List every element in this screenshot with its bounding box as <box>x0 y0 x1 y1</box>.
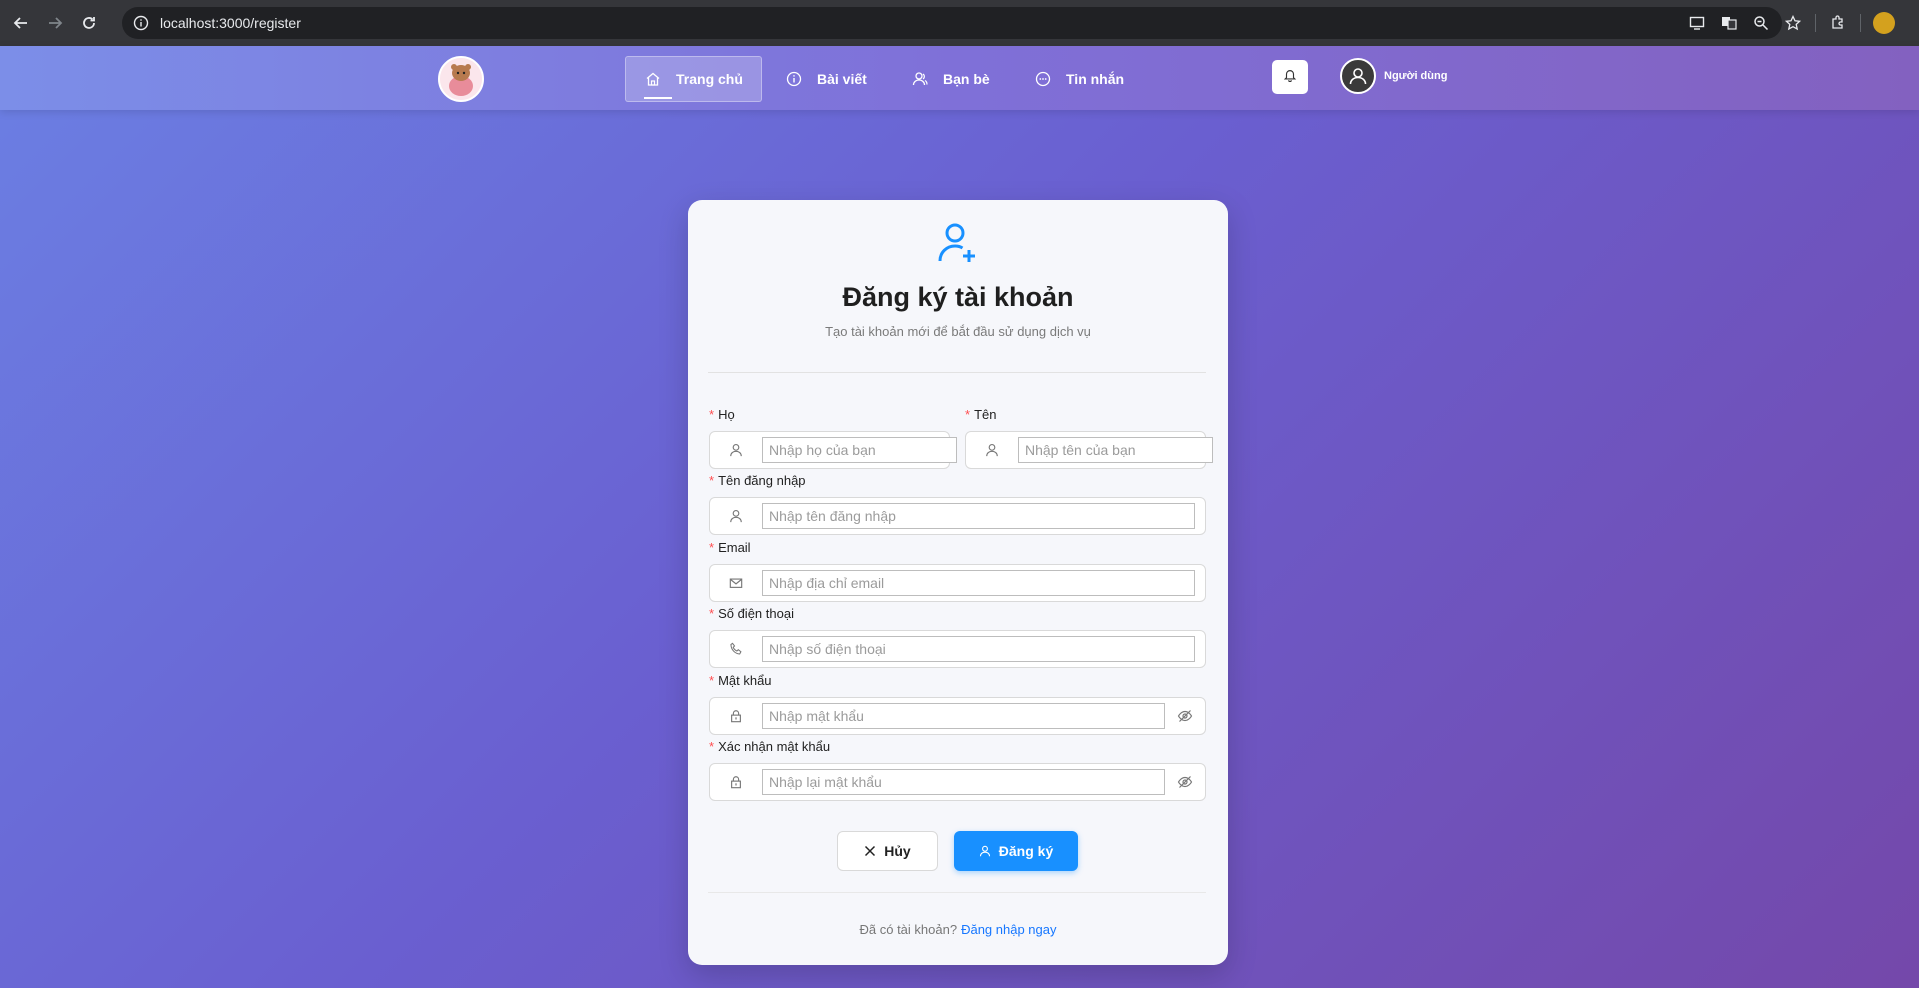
phone-input[interactable] <box>762 636 1195 662</box>
site-info-icon[interactable] <box>130 12 152 34</box>
login-prompt-text: Đã có tài khoản? <box>859 922 958 937</box>
nav-item-posts[interactable]: Bài viết <box>785 56 867 102</box>
home-icon <box>644 70 662 88</box>
phone-icon <box>710 631 762 667</box>
last-name-field[interactable] <box>709 431 957 469</box>
required-mark: * <box>709 407 715 422</box>
user-avatar-icon <box>1340 58 1376 94</box>
required-mark: * <box>965 407 971 422</box>
forward-icon[interactable] <box>42 10 68 36</box>
user-add-icon <box>936 220 980 264</box>
username-field[interactable] <box>709 497 1206 535</box>
nav-item-friends[interactable]: Bạn bè <box>911 56 990 102</box>
user-icon <box>710 498 762 534</box>
required-mark: * <box>709 673 715 688</box>
password-label-text: Mật khẩu <box>718 673 772 688</box>
required-mark: * <box>709 473 715 488</box>
nav-item-messages[interactable]: Tin nhắn <box>1034 56 1124 102</box>
toolbar-divider <box>1860 14 1861 32</box>
login-link[interactable]: Đăng nhập ngay <box>961 922 1056 937</box>
bookmark-star-icon[interactable] <box>1782 12 1804 34</box>
info-icon <box>785 70 803 88</box>
page-subtitle: Tạo tài khoản mới để bắt đầu sử dụng dịc… <box>825 324 1091 339</box>
address-bar[interactable]: localhost:3000/register <box>122 7 1782 39</box>
user-name: Người dùng <box>1384 70 1448 82</box>
header-divider <box>708 372 1206 373</box>
cancel-button[interactable]: Hủy <box>837 831 938 871</box>
lock-icon <box>710 764 762 800</box>
top-navigation: Trang chủ Bài viết Bạn bè Tin nhắn Người… <box>0 46 1919 110</box>
nav-item-label: Trang chủ <box>676 71 743 87</box>
register-card: Đăng ký tài khoản Tạo tài khoản mới để b… <box>688 200 1228 965</box>
register-button[interactable]: Đăng ký <box>954 831 1078 871</box>
footer-divider <box>708 892 1206 893</box>
notifications-button[interactable] <box>1272 60 1308 94</box>
register-button-label: Đăng ký <box>998 843 1054 859</box>
username-label: * Tên đăng nhập <box>709 473 806 488</box>
nav-item-label: Bài viết <box>817 71 867 87</box>
friends-icon <box>911 70 929 88</box>
user-icon <box>966 432 1018 468</box>
close-icon <box>864 845 876 857</box>
first-name-label-text: Tên <box>974 407 997 422</box>
page-background: Trang chủ Bài viết Bạn bè Tin nhắn Người… <box>0 46 1919 988</box>
bell-icon <box>1283 68 1297 87</box>
first-name-input[interactable] <box>1018 437 1213 463</box>
confirm-password-field[interactable] <box>709 763 1206 801</box>
required-mark: * <box>709 606 715 621</box>
eye-invisible-icon[interactable] <box>1165 764 1205 800</box>
first-name-label: * Tên <box>965 407 996 422</box>
confirm-password-label: * Xác nhận mật khẩu <box>709 739 830 754</box>
lock-icon <box>710 698 762 734</box>
required-mark: * <box>709 540 715 555</box>
username-input[interactable] <box>762 503 1195 529</box>
phone-field[interactable] <box>709 630 1206 668</box>
user-icon <box>710 432 762 468</box>
eye-invisible-icon[interactable] <box>1165 698 1205 734</box>
cast-icon[interactable] <box>1686 12 1708 34</box>
login-prompt: Đã có tài khoản? Đăng nhập ngay <box>688 922 1228 937</box>
cancel-button-label: Hủy <box>884 843 911 859</box>
user-icon <box>979 845 991 857</box>
nav-item-label: Tin nhắn <box>1066 71 1125 87</box>
password-field[interactable] <box>709 697 1206 735</box>
profile-avatar[interactable] <box>1873 12 1895 34</box>
password-label: * Mật khẩu <box>709 673 772 688</box>
last-name-input[interactable] <box>762 437 957 463</box>
password-input[interactable] <box>762 703 1165 729</box>
required-mark: * <box>709 739 715 754</box>
extensions-icon[interactable] <box>1827 12 1849 34</box>
mail-icon <box>710 565 762 601</box>
user-menu[interactable]: Người dùng <box>1340 58 1447 94</box>
browser-toolbar: localhost:3000/register <box>0 0 1919 46</box>
phone-label: * Số điện thoại <box>709 606 794 621</box>
email-label: * Email <box>709 540 751 555</box>
phone-label-text: Số điện thoại <box>718 606 794 621</box>
url-text[interactable]: localhost:3000/register <box>160 15 301 31</box>
toolbar-divider <box>1815 14 1816 32</box>
last-name-label-text: Họ <box>718 407 735 422</box>
username-label-text: Tên đăng nhập <box>718 473 806 488</box>
message-icon <box>1034 70 1052 88</box>
back-icon[interactable] <box>8 10 34 36</box>
nav-item-label: Bạn bè <box>943 71 990 87</box>
email-label-text: Email <box>718 540 751 555</box>
confirm-password-label-text: Xác nhận mật khẩu <box>718 739 831 754</box>
confirm-password-input[interactable] <box>762 769 1165 795</box>
zoom-icon[interactable] <box>1750 12 1772 34</box>
email-input[interactable] <box>762 570 1195 596</box>
first-name-field[interactable] <box>965 431 1213 469</box>
app-logo[interactable] <box>438 56 484 102</box>
last-name-label: * Họ <box>709 407 735 422</box>
nav-item-home[interactable]: Trang chủ <box>625 56 762 102</box>
translate-icon[interactable] <box>1718 12 1740 34</box>
page-title: Đăng ký tài khoản <box>842 282 1074 312</box>
email-field[interactable] <box>709 564 1206 602</box>
reload-icon[interactable] <box>76 10 102 36</box>
